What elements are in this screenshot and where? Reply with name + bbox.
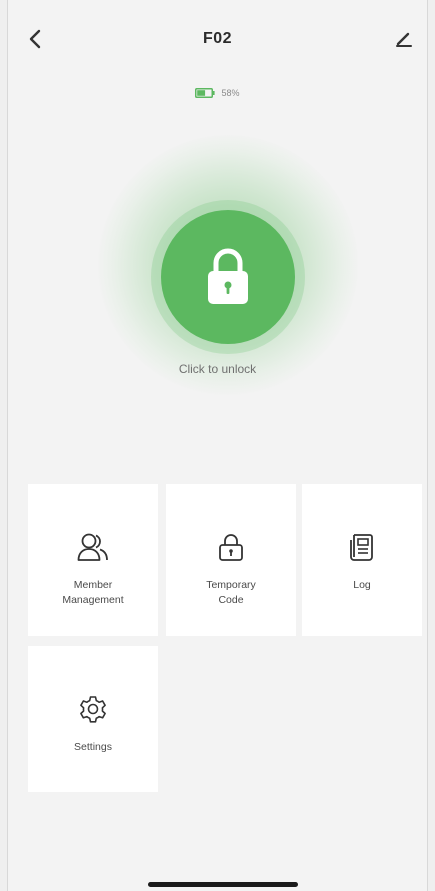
unlock-button[interactable] [161,210,295,344]
tile-label-settings: Settings [74,741,112,753]
members-icon [76,530,110,564]
tile-label-log: Log [353,579,371,591]
battery-icon [195,88,216,98]
tile-member-management[interactable]: Member Management [28,484,158,636]
temporary-code-icon [214,530,248,564]
edit-button[interactable] [391,26,417,52]
tile-log[interactable]: Log [302,484,422,636]
tile-label-member-management: Member Management [62,579,124,606]
battery-status: 58% [8,88,427,98]
gear-icon [76,692,110,726]
tile-settings[interactable]: Settings [28,646,158,792]
tile-temporary-code[interactable]: Temporary Code [166,484,296,636]
page-title: F02 [202,30,233,47]
log-icon [345,530,379,564]
pencil-icon [396,32,412,47]
unlock-label: Click to unlock [178,362,257,376]
battery-level-text: 58% [221,88,240,98]
lock-icon [208,248,248,304]
app-screen: F02 58% Click to unlock Member Managemen… [7,0,428,891]
home-indicator [148,882,298,887]
header: F02 [8,0,427,80]
tile-label-temporary-code: Temporary Code [206,579,256,606]
